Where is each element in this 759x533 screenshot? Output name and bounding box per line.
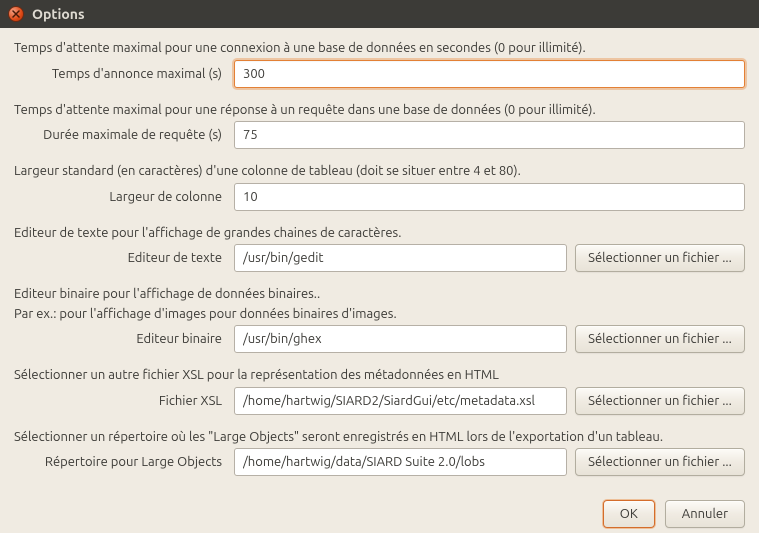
xsl-file-desc: Sélectionner un autre fichier XSL pour l… [14,367,745,385]
text-editor-input[interactable] [234,244,567,272]
conn-timeout-input[interactable] [234,60,745,88]
lob-dir-label: Répertoire pour Large Objects [14,455,226,469]
text-editor-desc: Editeur de texte pour l'affichage de gra… [14,225,745,243]
ok-button[interactable]: OK [603,500,655,528]
window-title: Options [32,6,85,22]
cancel-button[interactable]: Annuler [665,500,745,528]
xsl-file-browse-button[interactable]: Sélectionner un fichier ... [575,387,745,415]
query-timeout-desc: Temps d'attente maximal pour une réponse… [14,102,745,120]
bin-editor-label: Editeur binaire [14,332,226,346]
xsl-file-label: Fichier XSL [14,394,226,408]
text-editor-browse-button[interactable]: Sélectionner un fichier ... [575,244,745,272]
query-timeout-label: Durée maximale de requête (s) [14,128,226,142]
titlebar: Options [0,0,759,28]
col-width-desc: Largeur standard (en caractères) d'une c… [14,163,745,181]
lob-dir-input[interactable] [234,448,567,476]
text-editor-label: Editeur de texte [14,251,226,265]
close-icon[interactable] [8,6,24,22]
col-width-input[interactable] [234,183,745,211]
bin-editor-desc1: Editeur binaire pour l'affichage de donn… [14,286,745,304]
bin-editor-desc2: Par ex.: pour l'affichage d'images pour … [14,306,745,324]
bin-editor-browse-button[interactable]: Sélectionner un fichier ... [575,325,745,353]
query-timeout-input[interactable] [234,121,745,149]
lob-dir-browse-button[interactable]: Sélectionner un fichier ... [575,448,745,476]
dialog-footer: OK Annuler [14,490,745,528]
col-width-label: Largeur de colonne [14,190,226,204]
lob-dir-desc: Sélectionner un répertoire où les "Large… [14,429,745,447]
xsl-file-input[interactable] [234,387,567,415]
conn-timeout-label: Temps d'annonce maximal (s) [14,67,226,81]
dialog-content: Temps d'attente maximal pour une connexi… [0,28,759,533]
bin-editor-input[interactable] [234,325,567,353]
conn-timeout-desc: Temps d'attente maximal pour une connexi… [14,40,745,58]
